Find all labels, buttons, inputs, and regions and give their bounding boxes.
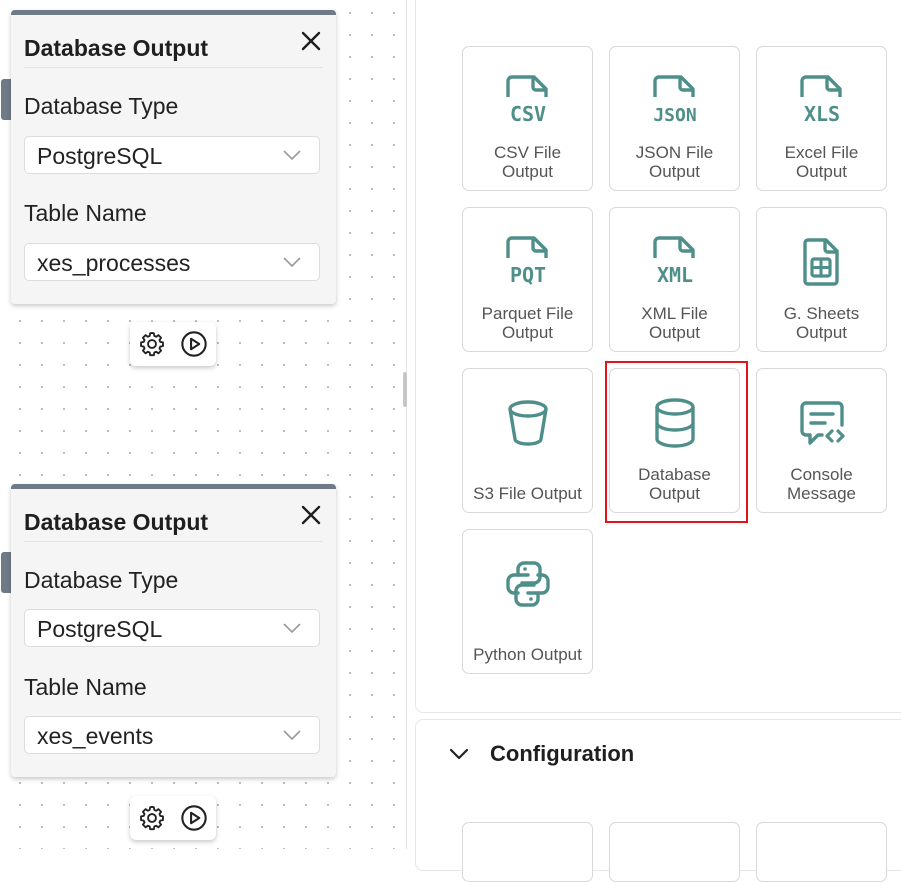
csv-file-icon: CSV bbox=[463, 71, 592, 131]
tile-gsheets-output[interactable]: G. Sheets Output bbox=[756, 207, 887, 352]
node-toolbar bbox=[130, 322, 216, 366]
config-tile[interactable] bbox=[462, 822, 593, 882]
config-tile[interactable] bbox=[756, 822, 887, 882]
play-icon[interactable] bbox=[180, 804, 208, 832]
tile-database-output[interactable]: Database Output bbox=[609, 368, 740, 513]
tile-xml-file-output[interactable]: XML XML File Output bbox=[609, 207, 740, 352]
close-icon[interactable] bbox=[299, 503, 323, 527]
tile-label: Console Message bbox=[787, 465, 856, 503]
gear-icon[interactable] bbox=[138, 330, 166, 358]
table-name-label: Table Name bbox=[24, 200, 147, 226]
tile-label: CSV File Output bbox=[493, 143, 562, 181]
configuration-title[interactable]: Configuration bbox=[490, 741, 634, 767]
panel-divider bbox=[406, 0, 407, 849]
workflow-canvas[interactable]: Database Output Database Type PostgreSQL… bbox=[0, 0, 404, 849]
tile-label: Database Output bbox=[638, 465, 711, 503]
python-icon bbox=[463, 554, 592, 614]
database-type-value: PostgreSQL bbox=[37, 143, 163, 169]
table-name-value: xes_events bbox=[37, 723, 154, 749]
database-icon bbox=[610, 393, 739, 453]
database-type-value: PostgreSQL bbox=[37, 616, 163, 642]
table-name-label: Table Name bbox=[24, 674, 147, 700]
file-glyph: JSON bbox=[653, 105, 696, 126]
file-glyph: PQT bbox=[509, 263, 545, 287]
chevron-down-icon bbox=[283, 623, 301, 634]
file-glyph: XLS bbox=[803, 102, 839, 126]
tile-label: G. Sheets Output bbox=[783, 304, 860, 342]
database-type-label: Database Type bbox=[24, 567, 179, 593]
tile-excel-file-output[interactable]: XLS Excel File Output bbox=[756, 46, 887, 191]
database-output-node[interactable]: Database Output Database Type PostgreSQL… bbox=[11, 10, 336, 304]
file-glyph: CSV bbox=[509, 102, 545, 126]
tile-json-file-output[interactable]: JSON JSON File Output bbox=[609, 46, 740, 191]
table-name-select[interactable]: xes_processes bbox=[24, 243, 320, 281]
json-file-icon: JSON bbox=[610, 71, 739, 131]
console-message-icon bbox=[757, 393, 886, 453]
resize-handle[interactable] bbox=[403, 372, 407, 407]
gear-icon[interactable] bbox=[138, 804, 166, 832]
bucket-icon bbox=[463, 393, 592, 453]
tile-label: S3 File Output bbox=[473, 484, 582, 503]
tile-label: XML File Output bbox=[641, 304, 708, 342]
spreadsheet-icon bbox=[757, 232, 886, 292]
tile-label: Python Output bbox=[473, 645, 582, 664]
database-type-select[interactable]: PostgreSQL bbox=[24, 609, 320, 647]
tile-label: JSON File Output bbox=[635, 143, 714, 181]
pqt-file-icon: PQT bbox=[463, 232, 592, 292]
node-title: Database Output bbox=[24, 35, 209, 61]
tile-label: Excel File Output bbox=[784, 143, 859, 181]
tile-parquet-file-output[interactable]: PQT Parquet File Output bbox=[462, 207, 593, 352]
database-output-node[interactable]: Database Output Database Type PostgreSQL… bbox=[11, 484, 336, 777]
tile-s3-file-output[interactable]: S3 File Output bbox=[462, 368, 593, 513]
chevron-down-icon[interactable] bbox=[448, 744, 470, 764]
node-header: Database Output bbox=[24, 15, 323, 68]
database-type-label: Database Type bbox=[24, 93, 179, 119]
tile-python-output[interactable]: Python Output bbox=[462, 529, 593, 674]
close-icon[interactable] bbox=[299, 29, 323, 53]
chevron-down-icon bbox=[283, 257, 301, 268]
xls-file-icon: XLS bbox=[757, 71, 886, 131]
node-title: Database Output bbox=[24, 509, 209, 535]
config-tile[interactable] bbox=[609, 822, 740, 882]
chevron-down-icon bbox=[283, 150, 301, 161]
file-glyph: XML bbox=[656, 263, 692, 287]
play-icon[interactable] bbox=[180, 330, 208, 358]
tile-console-message[interactable]: Console Message bbox=[756, 368, 887, 513]
node-header: Database Output bbox=[24, 489, 323, 542]
tile-csv-file-output[interactable]: CSV CSV File Output bbox=[462, 46, 593, 191]
table-name-select[interactable]: xes_events bbox=[24, 716, 320, 754]
tile-label: Parquet File Output bbox=[481, 304, 574, 342]
chevron-down-icon bbox=[283, 730, 301, 741]
xml-file-icon: XML bbox=[610, 232, 739, 292]
database-type-select[interactable]: PostgreSQL bbox=[24, 136, 320, 174]
node-toolbar bbox=[130, 796, 216, 840]
table-name-value: xes_processes bbox=[37, 250, 191, 276]
